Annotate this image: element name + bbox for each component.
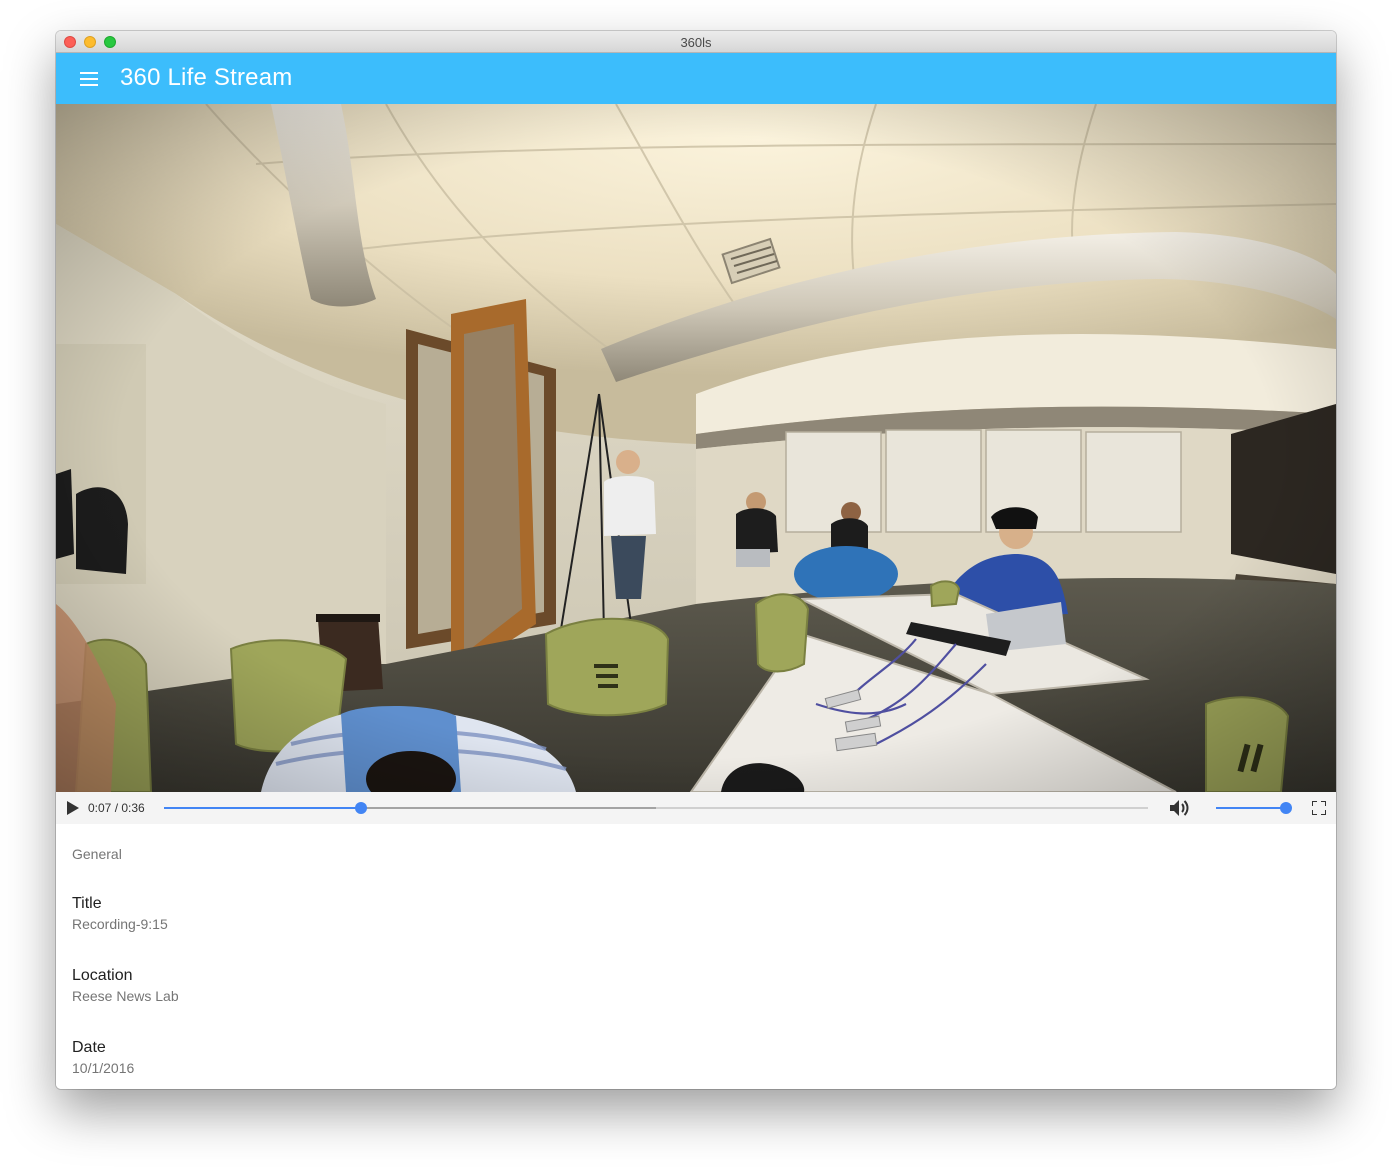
title-bar: 360ls (56, 31, 1336, 53)
played-bar (164, 807, 361, 809)
section-header-general: General (72, 846, 122, 862)
fullscreen-icon[interactable] (1312, 801, 1326, 815)
details-panel: General Title Recording-9:15 Location Re… (56, 824, 1336, 1089)
detail-label: Date (72, 1039, 106, 1056)
window-title: 360ls (680, 35, 712, 50)
volume-icon[interactable] (1170, 799, 1190, 817)
play-icon[interactable] (67, 801, 79, 815)
video-frame[interactable] (56, 104, 1336, 792)
seek-thumb[interactable] (354, 802, 367, 814)
detail-item-location: Location Reese News Lab (72, 966, 179, 1006)
detail-item-title: Title Recording-9:15 (72, 894, 168, 934)
detail-value: Reese News Lab (72, 988, 179, 1004)
volume-level-bar (1216, 807, 1286, 809)
time-display: 0:07 / 0:36 (88, 801, 145, 815)
video-controls: 0:07 / 0:36 (56, 792, 1336, 824)
app-window: 360ls 360 Life Stream 0:07 / 0:36 Genera… (56, 31, 1336, 1089)
volume-slider[interactable] (1216, 802, 1292, 814)
detail-item-date: Date 10/1/2016 (72, 1038, 134, 1078)
app-bar: 360 Life Stream (56, 53, 1336, 104)
detail-value: Recording-9:15 (72, 916, 168, 932)
detail-label: Title (72, 895, 102, 912)
volume-thumb[interactable] (1280, 802, 1292, 814)
detail-value: 10/1/2016 (72, 1060, 135, 1076)
detail-label: Location (72, 967, 133, 984)
seek-bar[interactable] (164, 802, 1148, 814)
video-frame-image (56, 104, 1336, 792)
menu-icon[interactable] (80, 72, 98, 86)
app-title: 360 Life Stream (120, 64, 293, 91)
